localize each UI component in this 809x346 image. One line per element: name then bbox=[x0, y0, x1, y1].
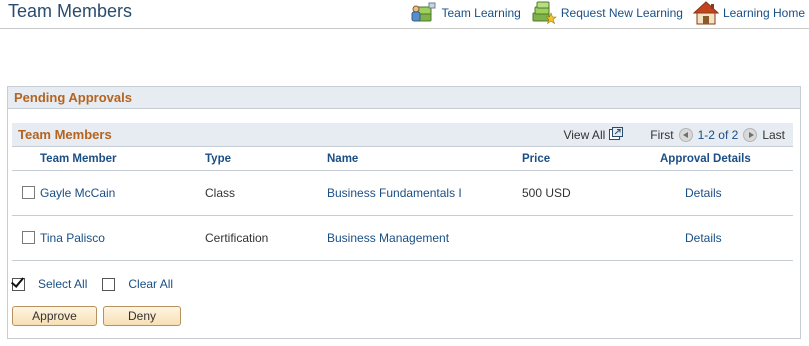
deny-button[interactable]: Deny bbox=[103, 306, 181, 326]
row-select-checkbox[interactable] bbox=[22, 231, 35, 244]
approve-button[interactable]: Approve bbox=[12, 306, 97, 326]
row-select-checkbox[interactable] bbox=[22, 186, 35, 199]
top-links: Team Learning Request New Learning Learn… bbox=[401, 1, 805, 25]
learning-home-label: Learning Home bbox=[722, 6, 805, 20]
details-link[interactable]: Details bbox=[685, 231, 722, 245]
row-range: 1-2 of 2 bbox=[697, 128, 739, 142]
learning-home-link[interactable]: Learning Home bbox=[692, 1, 805, 25]
team-learning-icon bbox=[411, 1, 437, 25]
column-header-type[interactable]: Type bbox=[205, 153, 231, 165]
column-header-name[interactable]: Name bbox=[327, 153, 358, 165]
team-learning-label: Team Learning bbox=[441, 6, 521, 20]
action-buttons: Approve Deny bbox=[12, 306, 181, 326]
request-learning-icon bbox=[531, 1, 557, 25]
clear-all-link[interactable]: Clear All bbox=[128, 277, 173, 291]
select-all-checkbox-icon[interactable] bbox=[12, 277, 25, 291]
price-value: 500 USD bbox=[522, 186, 571, 200]
select-all-link[interactable]: Select All bbox=[38, 277, 87, 291]
team-member-link[interactable]: Tina Palisco bbox=[40, 231, 105, 245]
team-members-grid: Team Members View All First 1-2 of 2 Las… bbox=[12, 123, 793, 261]
column-header-price[interactable]: Price bbox=[522, 153, 550, 165]
learning-type: Certification bbox=[205, 231, 269, 245]
home-icon bbox=[692, 1, 719, 25]
column-header-team-member[interactable]: Team Member bbox=[40, 153, 116, 165]
page-header: Team Members Team Learning Request New L… bbox=[0, 0, 809, 29]
request-new-learning-link[interactable]: Request New Learning bbox=[531, 1, 683, 25]
pending-approvals-section: Pending Approvals Team Members View All … bbox=[7, 86, 801, 339]
grid-navigation: View All First 1-2 of 2 Last bbox=[563, 127, 785, 143]
column-headers: Team Member Type Name Price Approval Det… bbox=[12, 146, 793, 171]
last-page-link[interactable]: Last bbox=[762, 128, 785, 142]
column-header-approval-details[interactable]: Approval Details bbox=[660, 153, 751, 165]
learning-name-link[interactable]: Business Fundamentals I bbox=[327, 186, 462, 200]
grid-title: Team Members bbox=[18, 127, 112, 142]
view-all-link[interactable]: View All bbox=[563, 128, 605, 142]
page-title: Team Members bbox=[8, 1, 133, 21]
request-new-learning-label: Request New Learning bbox=[560, 6, 683, 20]
learning-name-link[interactable]: Business Management bbox=[327, 231, 449, 245]
pending-approvals-heading: Pending Approvals bbox=[8, 87, 800, 109]
previous-arrow-icon[interactable] bbox=[678, 128, 693, 142]
team-member-link[interactable]: Gayle McCain bbox=[40, 186, 115, 200]
table-row: Tina Palisco Certification Business Mana… bbox=[12, 216, 793, 261]
grid-header: Team Members View All First 1-2 of 2 Las… bbox=[12, 123, 793, 146]
details-link[interactable]: Details bbox=[685, 186, 722, 200]
clear-all-checkbox-icon[interactable] bbox=[102, 277, 116, 291]
first-page-link[interactable]: First bbox=[650, 128, 673, 142]
select-controls: Select All Clear All bbox=[12, 277, 188, 291]
next-arrow-icon[interactable] bbox=[743, 128, 758, 142]
team-learning-link[interactable]: Team Learning bbox=[411, 1, 521, 25]
table-row: Gayle McCain Class Business Fundamentals… bbox=[12, 171, 793, 216]
learning-type: Class bbox=[205, 186, 236, 200]
zoom-grid-icon[interactable] bbox=[609, 127, 624, 143]
